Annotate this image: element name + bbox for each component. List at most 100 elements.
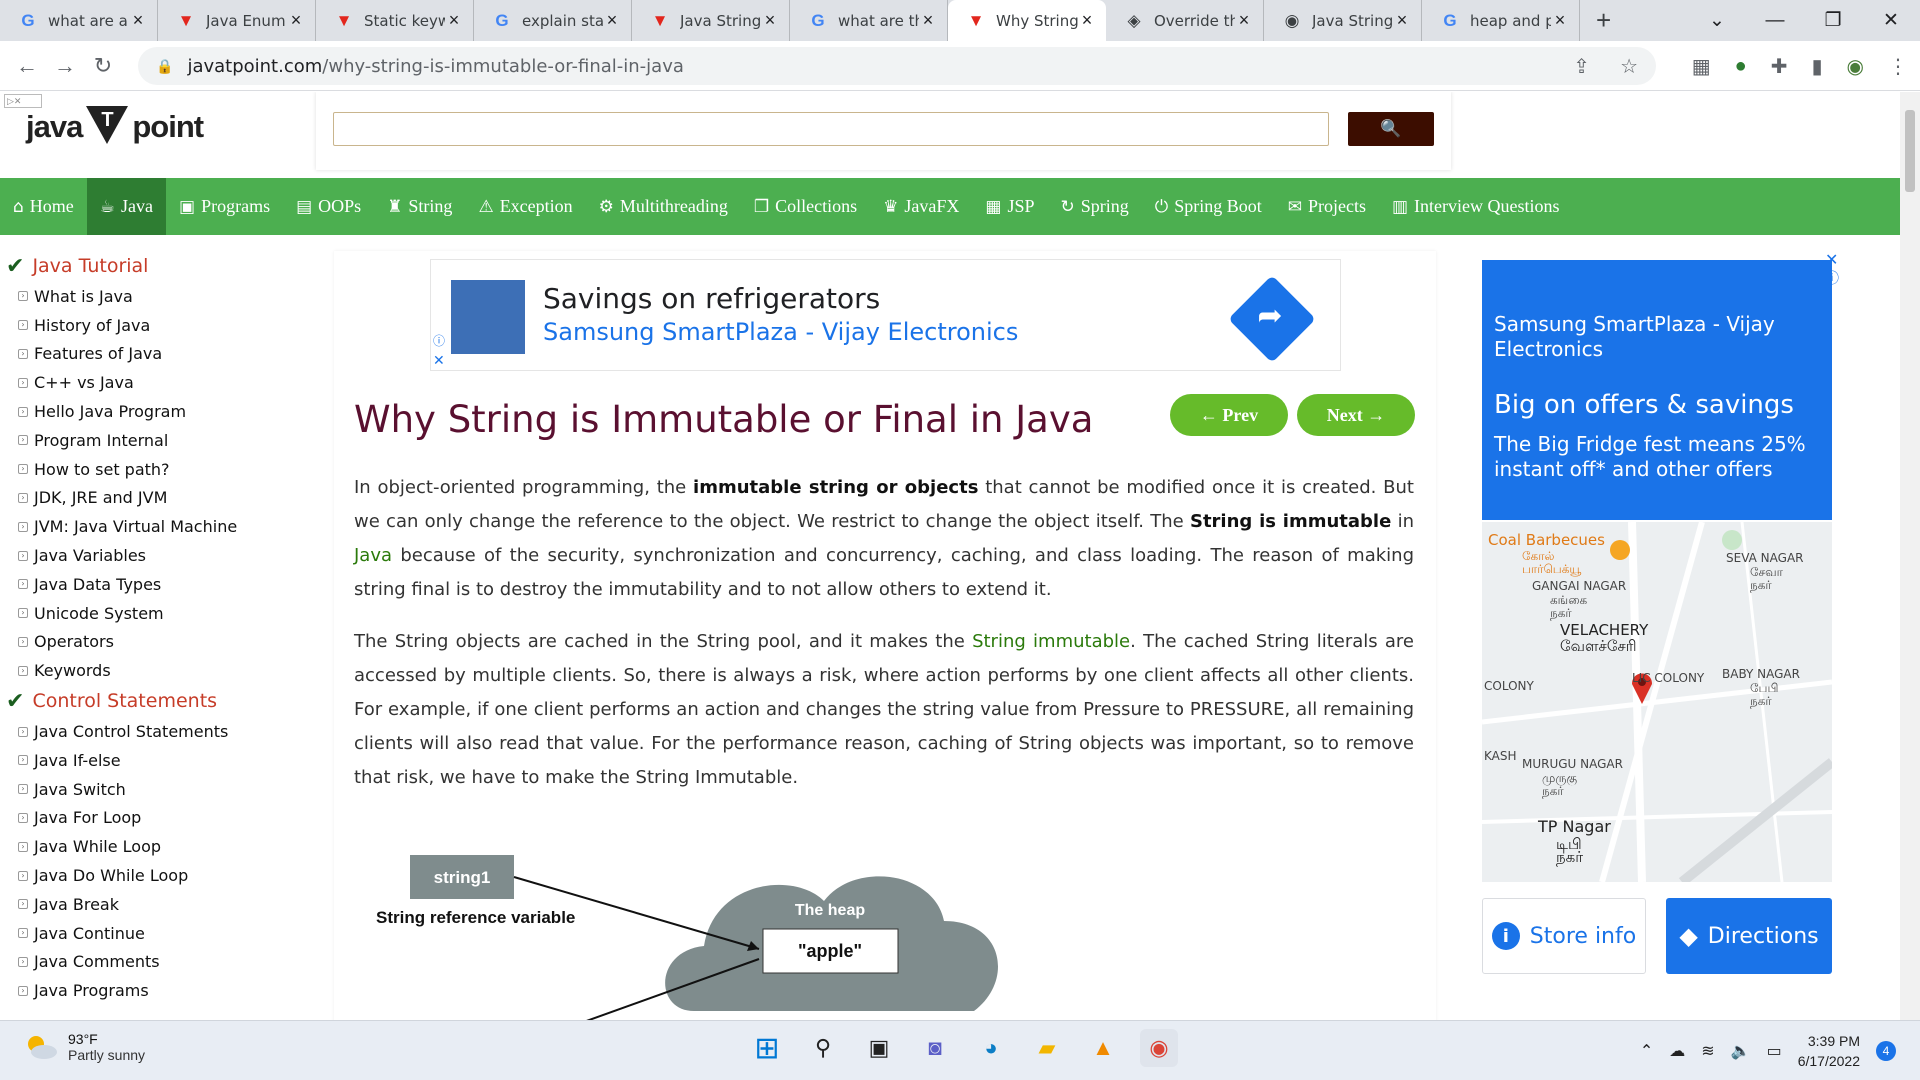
profile-avatar[interactable]: ◉ bbox=[1847, 54, 1864, 79]
url-field[interactable]: 🔒 javatpoint.com/why-string-is-immutable… bbox=[138, 47, 1656, 85]
task-view-icon[interactable]: ▣ bbox=[860, 1029, 898, 1067]
battery-icon[interactable]: ▭ bbox=[1767, 1041, 1782, 1061]
start-icon[interactable]: ⊞ bbox=[748, 1029, 786, 1067]
menu-item-spring[interactable]: ↻ Spring bbox=[1048, 178, 1142, 235]
file-explorer-icon[interactable]: ▰ bbox=[1028, 1029, 1066, 1067]
globe-extension-icon[interactable]: ● bbox=[1735, 55, 1747, 78]
ad-map[interactable]: Coal Barbecues கோல் பார்பெக்யூ GANGAI NA… bbox=[1482, 522, 1832, 882]
menu-item-projects[interactable]: ✉ Projects bbox=[1275, 178, 1379, 235]
sidebar-section-heading[interactable]: ✔ Java Tutorial bbox=[0, 250, 320, 282]
menu-item-jsp[interactable]: ▦ JSP bbox=[972, 178, 1047, 235]
sidebar-item[interactable]: › History of Java bbox=[0, 311, 320, 340]
tab-close-icon[interactable]: × bbox=[287, 10, 305, 31]
share-icon[interactable]: ⇪ bbox=[1573, 54, 1590, 79]
menu-item-multithreading[interactable]: ⚙ Multithreading bbox=[586, 178, 741, 235]
side-panel-icon[interactable]: ▮ bbox=[1812, 54, 1823, 79]
prev-button[interactable]: ← Prev bbox=[1170, 394, 1288, 436]
menu-item-javafx[interactable]: ♛ JavaFX bbox=[870, 178, 972, 235]
sidebar-item[interactable]: › What is Java bbox=[0, 282, 320, 311]
menu-item-oops[interactable]: ▤ OOPs bbox=[283, 178, 374, 235]
bookmark-star-icon[interactable]: ☆ bbox=[1620, 54, 1638, 79]
tab-search-icon[interactable]: ⌄ bbox=[1688, 9, 1746, 32]
menu-item-string[interactable]: ♜ String bbox=[374, 178, 465, 235]
tab-close-icon[interactable]: × bbox=[603, 10, 621, 31]
site-logo[interactable]: java Tpoint bbox=[26, 106, 204, 152]
sidebar-item[interactable]: › Hello Java Program bbox=[0, 397, 320, 426]
tab-close-icon[interactable]: × bbox=[1551, 10, 1569, 31]
sidebar-item[interactable]: › Java Variables bbox=[0, 541, 320, 570]
sidebar-item[interactable]: › Java For Loop bbox=[0, 804, 320, 833]
sidebar-item[interactable]: › Java Programs bbox=[0, 976, 320, 1005]
sidebar-item[interactable]: › Features of Java bbox=[0, 340, 320, 369]
sidebar-item[interactable]: › JVM: Java Virtual Machine bbox=[0, 512, 320, 541]
browser-tab[interactable]: ▼ Java Enum × bbox=[158, 0, 316, 41]
minimize-button[interactable]: — bbox=[1746, 10, 1804, 32]
menu-kebab-icon[interactable]: ⋮ bbox=[1888, 54, 1908, 79]
search-icon[interactable]: ⚲ bbox=[804, 1029, 842, 1067]
extension-icon[interactable]: ▦ bbox=[1692, 54, 1711, 79]
weather-widget[interactable]: 93°F Partly sunny bbox=[24, 1031, 145, 1063]
restore-button[interactable]: ❐ bbox=[1804, 9, 1862, 32]
sidebar-item[interactable]: › C++ vs Java bbox=[0, 368, 320, 397]
edge-icon[interactable]: ◕ bbox=[972, 1029, 1010, 1067]
browser-tab[interactable]: Gwhat are th × bbox=[790, 0, 948, 41]
close-window-button[interactable]: ✕ bbox=[1862, 9, 1920, 32]
vertical-scrollbar[interactable] bbox=[1900, 92, 1920, 1020]
browser-tab[interactable]: ▼ Static keyw × bbox=[316, 0, 474, 41]
sidebar-section-heading[interactable]: ✔ Control Statements bbox=[0, 685, 320, 717]
string-immutable-link[interactable]: String immutable bbox=[972, 631, 1130, 652]
sidebar-item[interactable]: › Keywords bbox=[0, 656, 320, 685]
menu-item-exception[interactable]: ⚠ Exception bbox=[465, 178, 585, 235]
tab-close-icon[interactable]: × bbox=[1235, 10, 1253, 31]
browser-tab[interactable]: ▼ Why String × bbox=[948, 0, 1106, 41]
browser-tab[interactable]: ▼ Java String × bbox=[632, 0, 790, 41]
sidebar-item[interactable]: › Java Continue bbox=[0, 919, 320, 948]
sidebar-item[interactable]: › Unicode System bbox=[0, 599, 320, 628]
sidebar-item[interactable]: › Java Comments bbox=[0, 948, 320, 977]
menu-item-home[interactable]: ⌂ Home bbox=[0, 178, 87, 235]
sidebar-item[interactable]: › Java Control Statements bbox=[0, 717, 320, 746]
java-link[interactable]: Java bbox=[354, 545, 392, 566]
sidebar-item[interactable]: › Java Data Types bbox=[0, 570, 320, 599]
menu-item-programs[interactable]: ▣ Programs bbox=[166, 178, 283, 235]
menu-item-spring-boot[interactable]: ⏻ Spring Boot bbox=[1142, 178, 1275, 235]
search-button[interactable]: 🔍 bbox=[1348, 112, 1434, 146]
vlc-icon[interactable]: ▲ bbox=[1084, 1029, 1122, 1067]
tab-close-icon[interactable]: × bbox=[1393, 10, 1411, 31]
tab-close-icon[interactable]: × bbox=[761, 10, 779, 31]
tab-close-icon[interactable]: × bbox=[919, 10, 937, 31]
reload-icon[interactable]: ↻ bbox=[84, 53, 122, 79]
sidebar-item[interactable]: › Java Break bbox=[0, 890, 320, 919]
chevron-up-icon[interactable]: ⌃ bbox=[1640, 1041, 1653, 1061]
browser-tab[interactable]: Gexplain stat × bbox=[474, 0, 632, 41]
ad-close-icon[interactable]: ✕ bbox=[433, 352, 445, 369]
sidebar-item[interactable]: › Operators bbox=[0, 628, 320, 657]
ad-info-icon[interactable]: ⓘ bbox=[433, 332, 445, 349]
sidebar-item[interactable]: › JDK, JRE and JVM bbox=[0, 484, 320, 513]
notification-badge[interactable]: 4 bbox=[1876, 1041, 1896, 1061]
menu-item-collections[interactable]: ❐ Collections bbox=[741, 178, 870, 235]
ad-text-panel[interactable]: Samsung SmartPlaza - Vijay Electronics B… bbox=[1482, 260, 1832, 520]
sidebar-item[interactable]: › How to set path? bbox=[0, 455, 320, 484]
chrome-icon[interactable]: ◉ bbox=[1140, 1029, 1178, 1067]
browser-tab[interactable]: ◈ Override th × bbox=[1106, 0, 1264, 41]
clock[interactable]: 3:39 PM 6/17/2022 bbox=[1798, 1031, 1860, 1071]
lock-icon[interactable]: 🔒 bbox=[156, 58, 173, 75]
onedrive-icon[interactable]: ☁ bbox=[1669, 1041, 1685, 1061]
tab-close-icon[interactable]: × bbox=[129, 10, 147, 31]
back-icon[interactable]: ← bbox=[8, 53, 46, 79]
right-ad[interactable]: ✕ ⓘ Samsung SmartPlaza - Vijay Electroni… bbox=[1470, 250, 1842, 1020]
ad-advertiser[interactable]: Samsung SmartPlaza - Vijay Electronics bbox=[543, 318, 1018, 346]
sidebar-item[interactable]: › Java If-else bbox=[0, 746, 320, 775]
new-tab-button[interactable]: + bbox=[1596, 0, 1611, 41]
wifi-icon[interactable]: ≋ bbox=[1701, 1041, 1714, 1061]
scrollbar-thumb[interactable] bbox=[1905, 110, 1915, 192]
menu-item-java[interactable]: ☕ Java bbox=[86, 178, 167, 235]
top-ad-banner[interactable]: Savings on refrigerators Samsung SmartPl… bbox=[430, 259, 1341, 371]
ad-directions-icon[interactable]: ➦ bbox=[1228, 275, 1316, 363]
directions-button[interactable]: ◆ Directions bbox=[1666, 898, 1832, 974]
tab-close-icon[interactable]: × bbox=[1078, 10, 1096, 31]
menu-item-interview-questions[interactable]: ▥ Interview Questions bbox=[1379, 178, 1573, 235]
tab-close-icon[interactable]: × bbox=[445, 10, 463, 31]
search-input[interactable] bbox=[333, 112, 1329, 146]
